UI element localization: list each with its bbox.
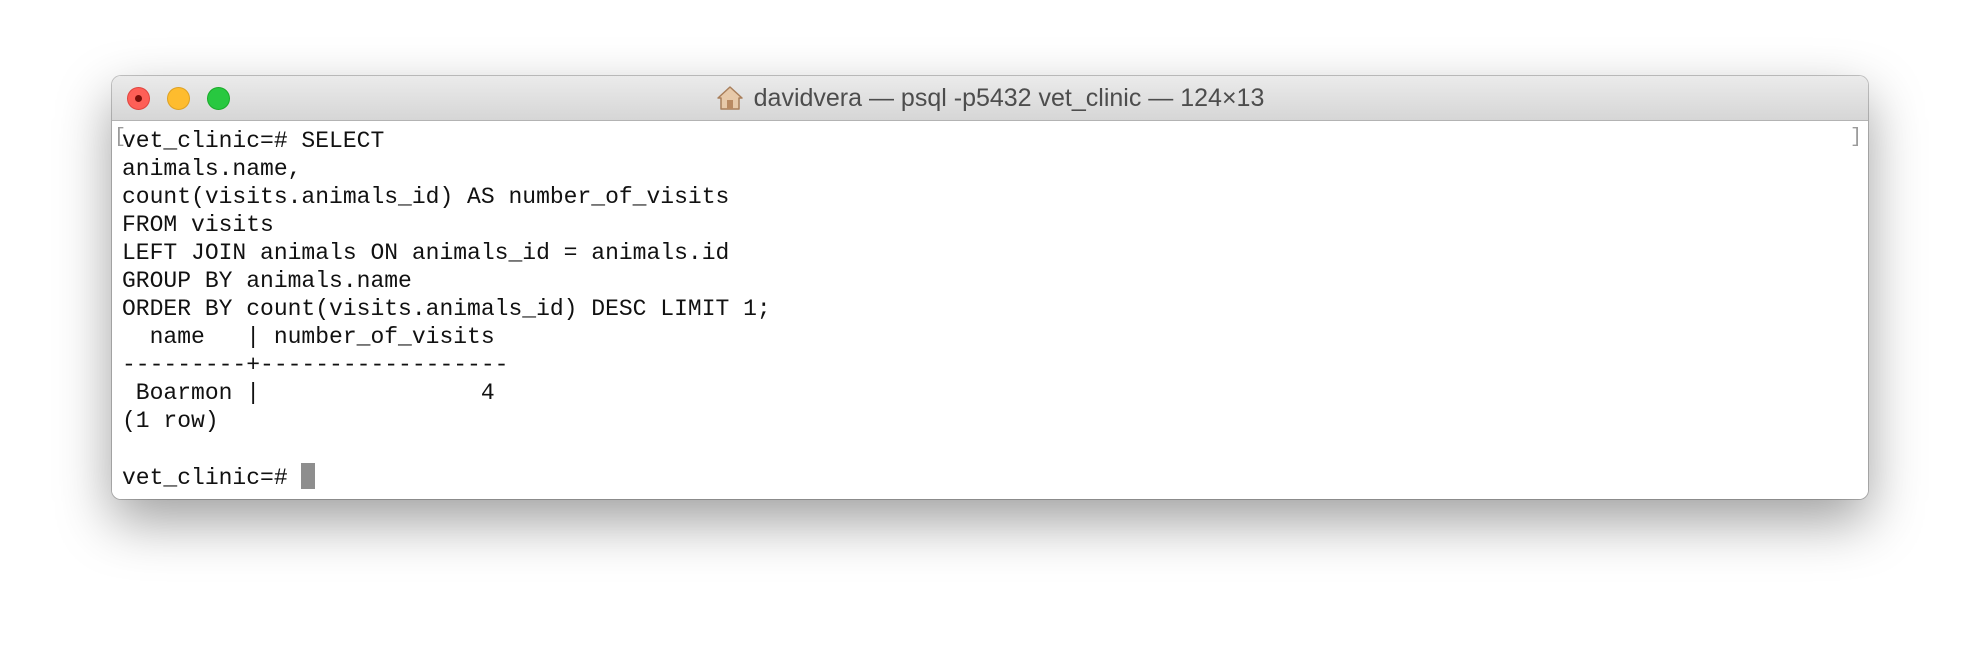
window-title-text: davidvera — psql -p5432 vet_clinic — 124… [753,83,1265,112]
terminal-line: FROM visits [122,212,274,238]
terminal-content[interactable]: [ ] vet_clinic=# SELECT animals.name, co… [112,121,1868,499]
terminal-line: ORDER BY count(visits.animals_id) DESC L… [122,296,771,322]
terminal-line: Boarmon | 4 [122,380,495,406]
terminal-output: vet_clinic=# SELECT animals.name, count(… [122,127,771,491]
text-cursor [301,463,316,489]
terminal-line: animals.name, [122,156,302,182]
terminal-line: count(visits.animals_id) AS number_of_vi… [122,184,730,210]
terminal-line: name | number_of_visits [122,324,495,350]
terminal-line: GROUP BY animals.name [122,268,412,294]
home-icon [716,85,744,111]
title-bar[interactable]: davidvera — psql -p5432 vet_clinic — 124… [112,76,1868,121]
prompt-text: vet_clinic=# [122,465,302,491]
terminal-line: (1 row) [122,408,219,434]
right-mark: ] [1849,126,1862,149]
terminal-window: davidvera — psql -p5432 vet_clinic — 124… [112,76,1868,499]
window-title: davidvera — psql -p5432 vet_clinic — 124… [112,76,1868,120]
terminal-line: LEFT JOIN animals ON animals_id = animal… [122,240,730,266]
prompt-line[interactable]: vet_clinic=# [122,463,771,491]
terminal-line: ---------+------------------ [122,352,509,378]
terminal-line: vet_clinic=# SELECT [122,128,385,154]
